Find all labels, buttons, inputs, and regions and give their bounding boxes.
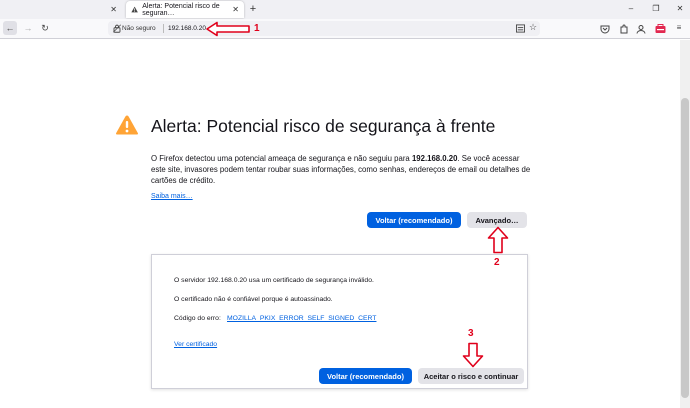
extensions-icon[interactable] [619,24,629,34]
description-host: 192.168.0.20 [411,154,458,163]
annotation-number-1: 1 [254,23,260,34]
url-text[interactable]: 192.168.0.20 [168,23,206,34]
menu-icon[interactable]: ≡ [673,22,685,34]
back-button[interactable]: ← [3,21,17,35]
invalid-cert-text: O servidor 192.168.0.20 usa um certifica… [174,277,374,284]
accept-risk-button[interactable]: Aceitar o risco e continuar [418,368,524,384]
learn-more-link[interactable]: Saiba mais… [151,193,193,200]
tab-security-alert[interactable]: Alerta: Potencial risco de seguran… ✕ [126,1,244,18]
warning-icon [116,115,138,135]
warning-description: O Firefox detectou uma potencial ameaça … [151,153,531,187]
error-code-link[interactable]: MOZILLA_PKIX_ERROR_SELF_SIGNED_CERT [227,315,376,322]
annotation-arrow-3 [462,342,484,368]
warning-icon [131,6,138,13]
maximize-button[interactable]: ❐ [649,3,663,15]
tab-blank[interactable]: ✕ [2,1,122,18]
close-window-button[interactable]: ✕ [673,3,687,15]
close-tab-icon[interactable]: ✕ [110,5,117,14]
annotation-arrow-2 [487,226,509,254]
container-icon[interactable] [655,24,666,34]
annotation-number-2: 2 [494,257,500,268]
close-tab-icon[interactable]: ✕ [232,5,239,14]
scrollbar-thumb[interactable] [681,98,689,398]
tab-label: Alerta: Potencial risco de seguran… [142,2,220,17]
url-separator [163,24,164,33]
go-back-button[interactable]: Voltar (recomendado) [367,212,461,228]
account-icon[interactable] [636,24,646,34]
forward-button[interactable]: → [21,21,35,35]
minimize-button[interactable]: – [624,3,638,15]
reader-view-icon[interactable] [516,24,525,33]
pocket-icon[interactable] [600,24,610,34]
annotation-number-3: 3 [468,328,474,339]
view-certificate-link[interactable]: Ver certificado [174,341,217,348]
go-back-button-advanced[interactable]: Voltar (recomendado) [319,368,412,384]
self-signed-text: O certificado não é confiável porque é a… [174,296,333,303]
annotation-arrow-1 [206,21,250,37]
security-label[interactable]: Não seguro [122,23,156,34]
insecure-lock-icon[interactable] [113,24,121,33]
page-title: Alerta: Potencial risco de segurança à f… [151,116,496,136]
description-text: O Firefox detectou uma potencial ameaça … [151,154,412,163]
url-bar[interactable]: Não seguro 192.168.0.20 ☆ [108,21,540,36]
star-icon[interactable]: ☆ [529,22,537,33]
error-code-label: Código do erro: [174,315,221,322]
new-tab-button[interactable]: + [246,2,260,16]
reload-button[interactable]: ↻ [38,21,52,35]
